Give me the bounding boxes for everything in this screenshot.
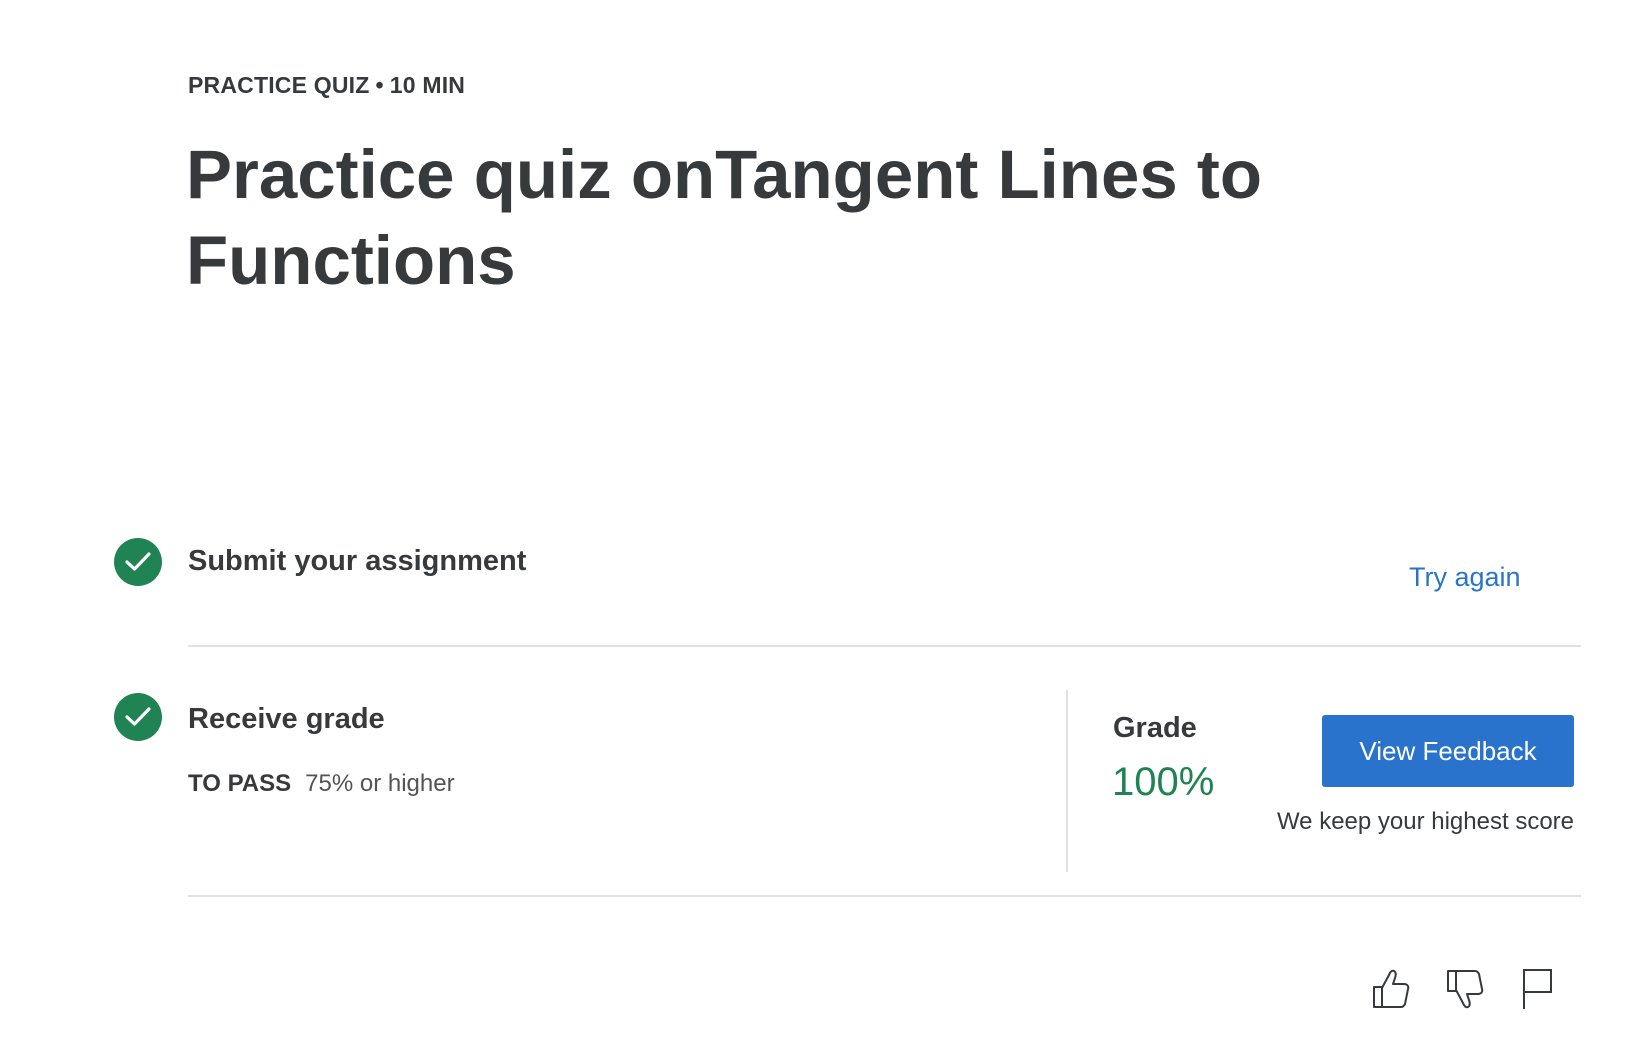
pass-label: TO PASS [188,770,292,797]
meta-separator: • [375,72,384,98]
divider-top [188,645,1581,647]
pass-requirement: TO PASS 75% or higher [188,770,455,798]
try-again-link[interactable]: Try again [1409,562,1521,593]
view-feedback-button[interactable]: View Feedback [1322,715,1574,787]
pass-value: 75% or higher [305,770,455,797]
quiz-duration: 10 MIN [389,72,466,98]
receive-complete-check-icon [114,693,162,741]
quiz-type-label: PRACTICE QUIZ [188,72,370,98]
highest-score-note: We keep your highest score [1276,808,1574,835]
quiz-meta: PRACTICE QUIZ • 10 MIN [188,72,465,99]
thumbs-down-icon[interactable] [1440,964,1490,1014]
receive-step-title: Receive grade [188,703,385,735]
divider-bottom [188,895,1581,897]
page-title: Practice quiz onTangent Lines to Functio… [186,136,1263,299]
submit-step-title: Submit your assignment [188,545,527,577]
grade-divider [1066,690,1068,872]
grade-value: 100% [1112,760,1215,804]
flag-icon[interactable] [1512,964,1562,1014]
grade-label: Grade [1113,712,1197,744]
thumbs-up-icon[interactable] [1366,964,1416,1014]
submit-complete-check-icon [114,538,162,586]
